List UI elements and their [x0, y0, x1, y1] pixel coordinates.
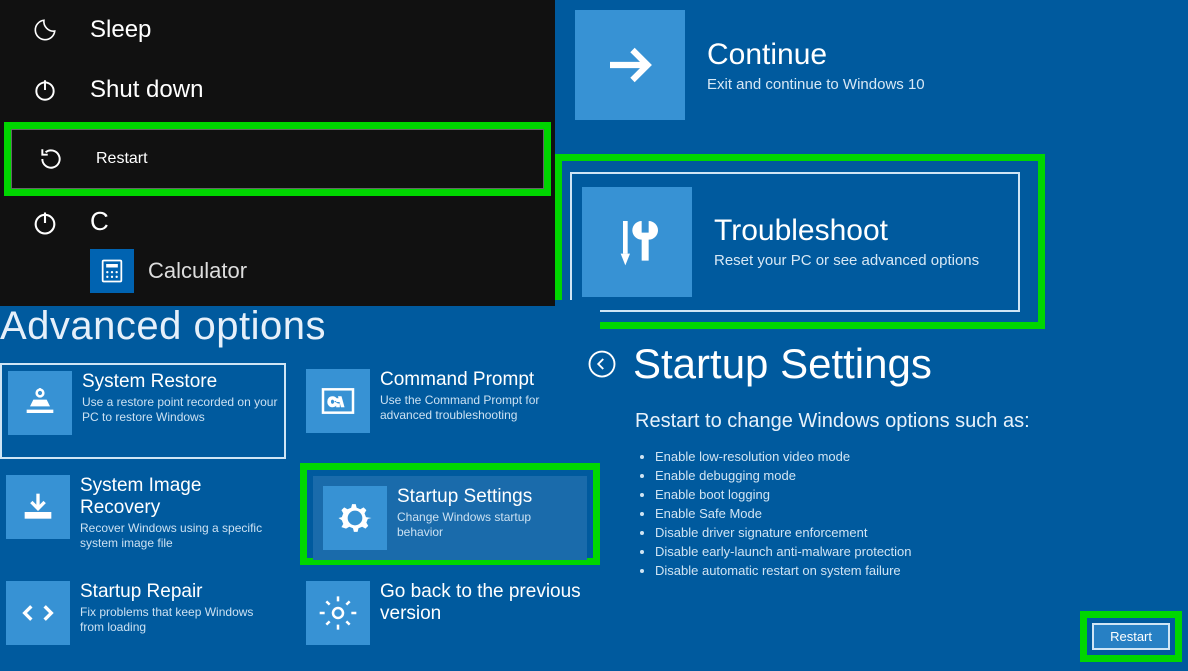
power-restart-highlight: Restart: [4, 122, 551, 196]
power-restart-label: Restart: [96, 150, 148, 168]
app-calculator-label: Calculator: [148, 258, 247, 284]
tile-continue-text: Continue Exit and continue to Windows 10: [707, 38, 925, 93]
advanced-options-heading: Advanced options: [0, 300, 600, 363]
calculator-icon: [90, 249, 134, 293]
wrench-code-icon: [6, 581, 70, 645]
choose-option-area: Continue Exit and continue to Windows 10…: [555, 0, 1188, 330]
tile-startup-settings-desc: Change Windows startup behavior: [397, 510, 577, 540]
tile-image-recovery-desc: Recover Windows using a specific system …: [80, 521, 280, 551]
restart-button-highlight: Restart: [1080, 611, 1182, 662]
gear-icon: [323, 486, 387, 550]
power-shutdown-row[interactable]: Shut down: [0, 60, 555, 120]
terminal-icon: C:\: [306, 369, 370, 433]
tile-troubleshoot-highlight: Troubleshoot Reset your PC or see advanc…: [555, 154, 1045, 329]
svg-text:C:\: C:\: [328, 396, 344, 409]
app-calculator[interactable]: Calculator: [90, 249, 247, 293]
power-restart-row[interactable]: Restart: [11, 129, 544, 189]
startup-settings-heading: Startup Settings: [633, 340, 932, 388]
startup-option: Enable debugging mode: [655, 466, 1185, 485]
power-icon: [28, 73, 62, 107]
tile-continue-desc: Exit and continue to Windows 10: [707, 76, 925, 93]
tile-system-restore-desc: Use a restore point recorded on your PC …: [82, 395, 278, 425]
tile-continue[interactable]: Continue Exit and continue to Windows 10: [565, 5, 1025, 125]
tile-command-prompt[interactable]: C:\ Command Prompt Use the Command Promp…: [300, 363, 600, 459]
tile-go-back[interactable]: Go back to the previous version: [300, 575, 600, 671]
restore-icon: [8, 371, 72, 435]
restart-button[interactable]: Restart: [1092, 623, 1170, 650]
back-icon[interactable]: [585, 347, 619, 381]
tile-go-back-title: Go back to the previous version: [380, 581, 594, 625]
power-icon-small[interactable]: [28, 206, 62, 240]
startup-settings-page: Startup Settings Restart to change Windo…: [585, 340, 1185, 580]
tile-startup-settings[interactable]: Startup Settings Change Windows startup …: [313, 476, 587, 560]
tile-startup-repair-desc: Fix problems that keep Windows from load…: [80, 605, 280, 635]
tile-image-recovery[interactable]: System Image Recovery Recover Windows us…: [0, 469, 286, 565]
moon-icon: [28, 13, 62, 47]
apps-alpha-group: C Calculator: [90, 206, 247, 293]
tile-startup-repair-title: Startup Repair: [80, 581, 280, 603]
startup-option: Enable Safe Mode: [655, 504, 1185, 523]
disk-download-icon: [6, 475, 70, 539]
advanced-options-grid: System Restore Use a restore point recor…: [0, 363, 600, 671]
tile-troubleshoot-title: Troubleshoot: [714, 214, 979, 248]
tile-command-prompt-desc: Use the Command Prompt for advanced trou…: [380, 393, 594, 423]
startup-settings-subheading: Restart to change Windows options such a…: [635, 410, 1185, 433]
startup-settings-list: Enable low-resolution video mode Enable …: [655, 447, 1185, 580]
power-sleep-row[interactable]: Sleep: [0, 0, 555, 60]
tile-troubleshoot-text: Troubleshoot Reset your PC or see advanc…: [714, 214, 979, 269]
tile-startup-settings-title: Startup Settings: [397, 486, 577, 508]
tile-image-recovery-title: System Image Recovery: [80, 475, 280, 519]
apps-letter-c[interactable]: C: [90, 206, 247, 237]
power-shutdown-label: Shut down: [90, 76, 203, 104]
tile-system-restore-title: System Restore: [82, 371, 278, 393]
tile-startup-settings-highlight: Startup Settings Change Windows startup …: [300, 463, 600, 565]
tile-command-prompt-title: Command Prompt: [380, 369, 594, 391]
tile-troubleshoot[interactable]: Troubleshoot Reset your PC or see advanc…: [570, 172, 1020, 312]
power-menu-panel: Sleep Shut down Restart C: [0, 0, 555, 306]
startup-option: Disable driver signature enforcement: [655, 523, 1185, 542]
startup-option: Disable automatic restart on system fail…: [655, 561, 1185, 580]
tools-icon: [582, 187, 692, 297]
arrow-right-icon: [575, 10, 685, 120]
startup-option: Enable low-resolution video mode: [655, 447, 1185, 466]
advanced-options-panel: Advanced options System Restore Use a re…: [0, 300, 600, 668]
restart-icon: [34, 142, 68, 176]
power-sleep-label: Sleep: [90, 16, 151, 44]
startup-option: Enable boot logging: [655, 485, 1185, 504]
start-apps-row: C Calculator: [0, 198, 555, 293]
gear-outline-icon: [306, 581, 370, 645]
startup-option: Disable early-launch anti-malware protec…: [655, 542, 1185, 561]
tile-continue-title: Continue: [707, 38, 925, 72]
tile-startup-repair[interactable]: Startup Repair Fix problems that keep Wi…: [0, 575, 286, 671]
tile-troubleshoot-desc: Reset your PC or see advanced options: [714, 252, 979, 269]
tile-system-restore[interactable]: System Restore Use a restore point recor…: [0, 363, 286, 459]
